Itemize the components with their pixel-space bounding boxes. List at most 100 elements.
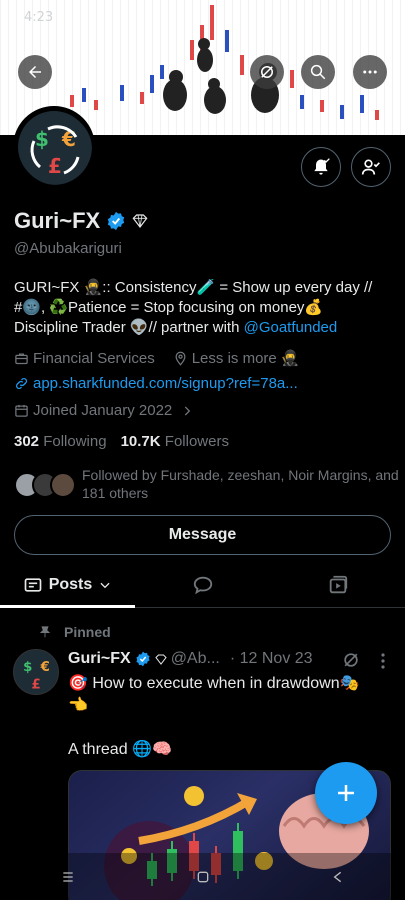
currency-exchange-logo: $ € £ [14,650,58,694]
grok-icon[interactable] [341,650,361,670]
search-button[interactable] [301,55,335,89]
avatar [50,472,76,498]
tab-posts[interactable]: Posts [0,562,135,608]
bio-line-1: GURI~FX 🥷:: Consistency🧪 = Show up every… [14,279,373,296]
following-stat[interactable]: 302 Following [14,433,107,450]
tweet-text: 🎯 How to execute when in drawdown🎭 👈 A t… [68,673,398,761]
joined-row[interactable]: Joined January 2022 [14,402,194,419]
banner-candle [210,5,214,40]
more-options-button[interactable] [353,55,387,89]
following-label: Following [43,433,107,450]
profile-location: Less is more 🥷 [191,350,300,367]
followers-stat[interactable]: 10.7K Followers [121,433,229,450]
followers-label: Followers [164,433,229,450]
location-pin-icon [175,351,186,366]
notifications-button[interactable] [301,147,341,187]
home-icon[interactable] [195,869,211,885]
compose-post-button[interactable] [315,762,377,824]
tab-replies[interactable] [135,562,270,607]
bio-line-3: Discipline Trader 👽// partner with @Goat… [14,318,394,338]
bio-mention-link[interactable]: @Goatfunded [244,319,338,336]
category-item: Financial Services [14,350,155,367]
banner-candle [160,65,164,79]
svg-text:£: £ [32,678,41,693]
tab-posts-label: Posts [48,575,93,593]
svg-text:$: $ [23,660,32,675]
verified-badge-icon[interactable] [106,211,126,231]
banner-candle [70,95,74,107]
link-icon [16,378,27,389]
banner-candle [94,100,98,110]
back-nav-icon[interactable] [330,869,346,885]
gem-badge-icon [155,654,167,665]
banner-candle [82,88,86,102]
tweet-line-2: 👈 [68,697,88,714]
tweet-author-handle: @Ab... [170,650,220,667]
banner-candle [150,75,154,93]
banner-candle [375,110,379,120]
media-icon [329,575,347,593]
tweet-author-name[interactable]: Guri~FX [68,650,131,668]
followers-count: 10.7K [120,433,161,450]
profile-bio: GURI~FX 🥷:: Consistency🧪 = Show up every… [14,278,394,338]
chevron-down-icon [100,582,110,588]
banner-candle [120,85,124,101]
grok-button[interactable] [250,55,284,89]
profile-avatar[interactable]: $ € £ [13,106,95,188]
currency-exchange-logo: $ € £ [20,113,92,185]
arrow-left-icon [29,66,41,78]
follower-avatars [14,472,78,500]
replies-icon [193,576,212,594]
pinned-label: Pinned [64,624,111,640]
more-vertical-icon[interactable] [380,652,386,670]
banner-candle [290,70,294,88]
calendar-icon [15,404,28,417]
posts-icon [24,577,42,592]
profile-category: Financial Services [33,349,155,367]
following-count: 302 [14,433,40,450]
website-row[interactable]: app.sharkfunded.com/signup?ref=78a... [14,375,298,392]
profile-tabs: Posts [0,562,405,608]
plus-icon [338,785,354,801]
profile-name-row: Guri~FX [14,208,148,234]
banner-candle [320,100,324,112]
user-check-icon [361,159,380,175]
display-name: Guri~FX [14,208,101,233]
tab-media[interactable] [270,562,405,607]
location-item: Less is more 🥷 [173,349,300,367]
banner-candle [360,95,364,113]
banner-candle [225,30,229,52]
grok-icon [261,66,273,78]
banner-candle [240,55,244,75]
verified-badge-icon [136,651,150,667]
banner-candle [340,105,344,119]
gem-badge-icon [132,214,148,228]
followed-by-text: Followed by Furshade, zeeshan, Noir Marg… [82,467,399,501]
message-button[interactable]: Message [14,515,391,555]
banner-candle [140,92,144,104]
pin-icon [39,626,51,638]
search-icon [310,64,326,80]
svg-text:$: $ [35,127,49,151]
tweet-date[interactable]: · 12 Nov 23 [230,650,313,668]
back-button[interactable] [18,55,52,89]
banner-candle [190,40,194,60]
profile-website-link[interactable]: app.sharkfunded.com/signup?ref=78a... [33,375,298,392]
profile-meta-row: Financial Services Less is more 🥷 [14,349,300,367]
system-navigation-bar [0,853,405,900]
bio-line-2: #🌚, ♻️Patience = Stop focusing on money💰 [14,299,324,316]
following-button[interactable] [351,147,391,187]
svg-text:€: € [40,660,50,675]
follow-stats: 302 Following 10.7K Followers [14,433,229,450]
recents-icon[interactable] [60,869,76,885]
chevron-right-icon [185,405,191,416]
svg-text:£: £ [48,154,62,178]
tweet-header: Guri~FX @Ab... · 12 Nov 23 [68,650,313,668]
bell-check-icon [314,158,330,175]
tweet-avatar[interactable]: $ € £ [13,649,59,695]
more-horizontal-icon [363,70,377,74]
pinned-indicator: Pinned [38,624,111,640]
bio-line-3-text: Discipline Trader 👽// partner with [14,319,244,336]
tweet-line-1: 🎯 How to execute when in drawdown🎭 [68,675,360,692]
followed-by-section[interactable]: Followed by Furshade, zeeshan, Noir Marg… [14,466,402,502]
